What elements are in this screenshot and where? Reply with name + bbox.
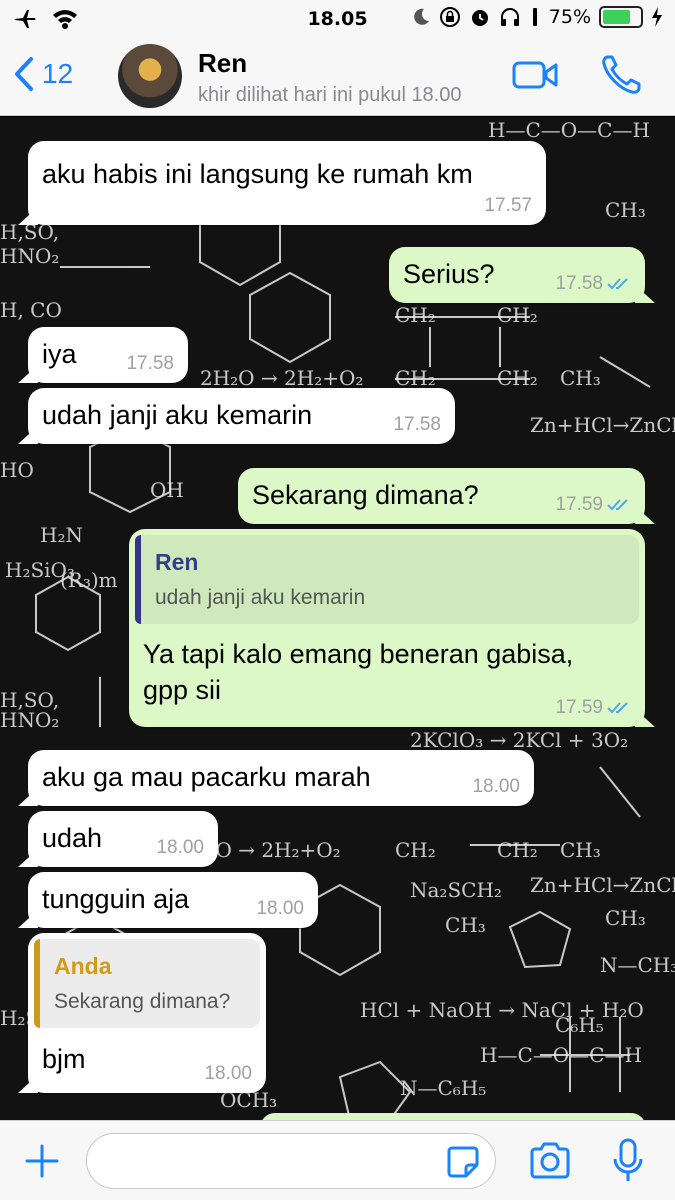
- unread-count: 12: [42, 58, 74, 89]
- quoted-text: Sekarang dimana?: [54, 990, 231, 1013]
- svg-text:H, CO: H, CO: [0, 298, 62, 322]
- svg-text:CH₃: CH₃: [560, 366, 601, 390]
- contact-status: khir dilihat hari ini pukul 18.00: [198, 84, 462, 106]
- plus-icon[interactable]: [24, 1143, 60, 1179]
- read-receipt-icon: [607, 499, 628, 511]
- message-time: 18.00: [204, 1063, 252, 1084]
- svg-text:H—C—O—C—H: H—C—O—C—H: [488, 118, 650, 142]
- message-input[interactable]: [86, 1133, 496, 1189]
- message-time: 17.59: [555, 494, 603, 515]
- message-outgoing[interactable]: Sekarang dimana? 17.59: [238, 468, 645, 524]
- message-incoming[interactable]: aku habis ini langsung ke rumah km 17.57: [28, 141, 546, 225]
- svg-text:CH₃: CH₃: [560, 838, 601, 862]
- alarm-icon: [471, 10, 488, 26]
- svg-text:C₆H₅: C₆H₅: [555, 1013, 604, 1037]
- battery-fill: [603, 10, 630, 24]
- svg-text:Na₂SCH₂: Na₂SCH₂: [410, 878, 502, 902]
- svg-text:CH₂: CH₂: [395, 366, 436, 390]
- phone-icon[interactable]: [600, 54, 642, 96]
- back-chevron-icon: [15, 57, 33, 91]
- quoted-sender: Anda: [54, 953, 112, 979]
- svg-text:CH₂: CH₂: [497, 303, 538, 327]
- video-call-icon[interactable]: [512, 60, 558, 90]
- svg-text:Zn+HCl→ZnCl+H: Zn+HCl→ZnCl+H: [530, 413, 675, 437]
- moon-icon: [413, 8, 429, 25]
- chat-area[interactable]: H—C—O—C—H CH₃ H,SO, HNO₂ H, CO CH₂ CH₂ 2…: [0, 117, 675, 1120]
- svg-text:HNO₂: HNO₂: [0, 708, 59, 732]
- battery-percent: 75%: [548, 6, 591, 28]
- svg-text:2KClO₃ → 2KCl + 3O₂: 2KClO₃ → 2KCl + 3O₂: [410, 728, 628, 752]
- headphones-icon: [500, 8, 519, 26]
- camera-icon[interactable]: [528, 1141, 572, 1181]
- svg-text:CH₃: CH₃: [605, 198, 646, 222]
- quoted-text: udah janji aku kemarin: [155, 586, 366, 609]
- message-outgoing[interactable]: Serius? 17.58: [389, 247, 645, 303]
- message-text: udah janji aku kemarin: [42, 400, 313, 430]
- read-receipt-icon: [607, 702, 628, 714]
- message-incoming[interactable]: aku ga mau pacarku marah 18.00: [28, 750, 534, 806]
- message-time: 17.59: [555, 697, 603, 718]
- svg-text:N—CH₃: N—CH₃: [600, 953, 675, 977]
- microphone-icon[interactable]: [612, 1137, 644, 1185]
- message-incoming[interactable]: iya 17.58: [28, 327, 188, 383]
- rotation-lock-icon: [439, 7, 460, 27]
- message-incoming[interactable]: udah 18.00: [28, 811, 218, 867]
- message-time: 18.00: [256, 898, 304, 919]
- sticker-icon[interactable]: [446, 1145, 480, 1179]
- message-text: aku ga mau pacarku marah: [42, 762, 371, 792]
- contact-name[interactable]: Ren: [198, 48, 247, 79]
- chat-header: 12 Ren khir dilihat hari ini pukul 18.00: [0, 38, 675, 116]
- read-receipt-icon: [607, 278, 628, 290]
- svg-text:2H₂O → 2H₂+O₂: 2H₂O → 2H₂+O₂: [200, 366, 363, 390]
- svg-text:CH₂: CH₂: [395, 303, 436, 327]
- svg-text:HO: HO: [0, 458, 34, 482]
- quoted-message[interactable]: Ren udah janji aku kemarin: [135, 535, 639, 624]
- svg-text:Zn+HCl→ZnCl+H: Zn+HCl→ZnCl+H: [530, 873, 675, 897]
- svg-text:CH₂: CH₂: [497, 366, 538, 390]
- svg-text:OH: OH: [150, 478, 184, 502]
- message-text-line-1: Ya tapi kalo emang beneran gabisa,: [143, 639, 574, 669]
- message-time: 18.00: [472, 776, 520, 797]
- svg-text:CH₂: CH₂: [395, 838, 436, 862]
- message-time: 18.00: [156, 837, 204, 858]
- avatar[interactable]: [118, 44, 182, 108]
- message-time: 17.57: [484, 195, 532, 216]
- message-time: 17.58: [393, 414, 441, 435]
- svg-text:(R₃)m: (R₃)m: [60, 568, 118, 592]
- svg-text:H₂N: H₂N: [40, 523, 83, 547]
- message-time: 17.58: [555, 273, 603, 294]
- back-button[interactable]: 12: [14, 56, 73, 92]
- quoted-sender: Ren: [155, 549, 199, 575]
- svg-text:N—C₆H₅: N—C₆H₅: [400, 1076, 486, 1100]
- svg-text:CH₃: CH₃: [445, 913, 486, 937]
- status-bar: 18.05 75%: [0, 0, 675, 38]
- message-outgoing-partial[interactable]: [260, 1113, 646, 1120]
- message-outgoing-reply[interactable]: Ren udah janji aku kemarin Ya tapi kalo …: [129, 529, 645, 727]
- svg-text:HNO₂: HNO₂: [0, 244, 59, 268]
- message-incoming-reply[interactable]: Anda Sekarang dimana? bjm 18.00: [28, 933, 266, 1093]
- svg-text:CH₃: CH₃: [605, 906, 646, 930]
- message-text: aku habis ini langsung ke rumah km: [42, 159, 473, 189]
- message-incoming[interactable]: tungguin aja 18.00: [28, 872, 318, 928]
- svg-text:CH₂: CH₂: [497, 838, 538, 862]
- quoted-message[interactable]: Anda Sekarang dimana?: [34, 939, 260, 1028]
- charging-icon: [652, 7, 662, 27]
- svg-text:H—C—O—C—H: H—C—O—C—H: [480, 1043, 642, 1067]
- message-time: 17.58: [126, 353, 174, 374]
- battery-icon: [599, 6, 643, 28]
- message-incoming[interactable]: udah janji aku kemarin 17.58: [28, 388, 455, 444]
- signal-icon: [532, 8, 537, 26]
- message-input-bar: [0, 1120, 675, 1200]
